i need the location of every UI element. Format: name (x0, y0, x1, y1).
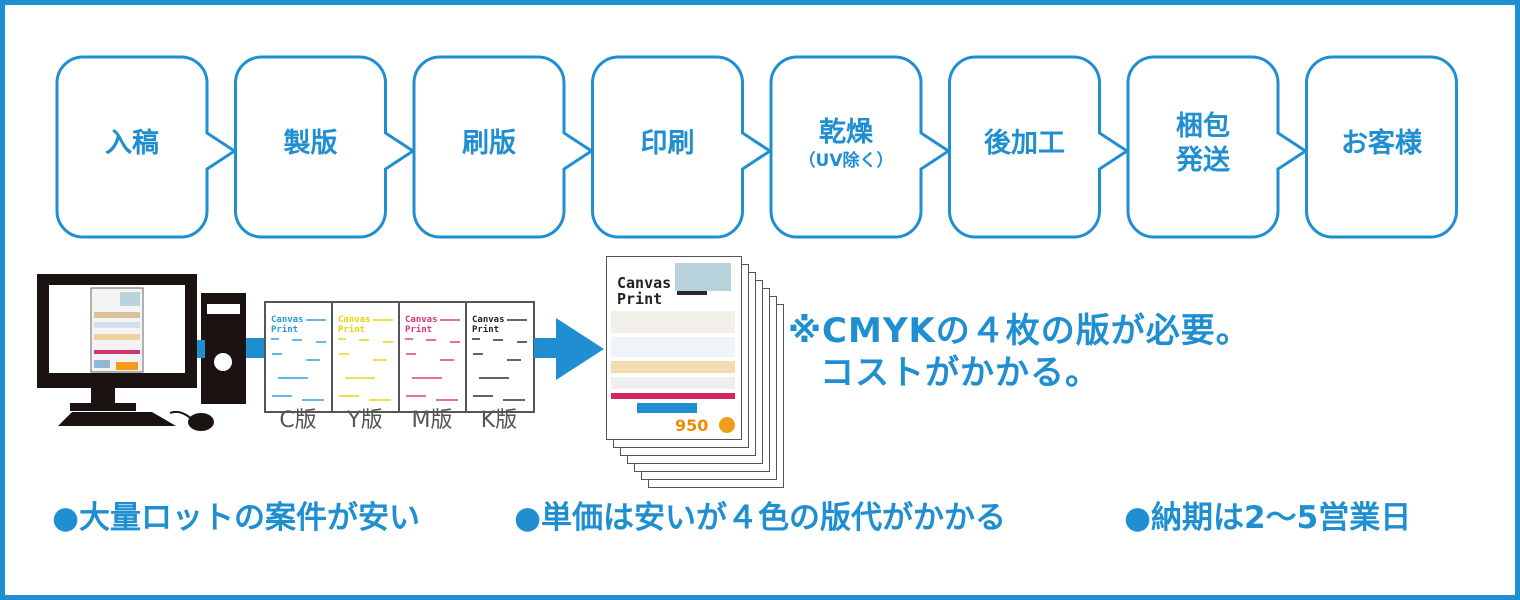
flow-step-text: 印刷 (640, 128, 695, 159)
flyer-price: 950 (675, 416, 709, 435)
plate-mark (373, 359, 387, 361)
flyer-title: Canvas Print (617, 274, 672, 308)
note-line-2: コストがかかる。 (820, 353, 1100, 393)
color-plate-C版: Canvas Print (264, 301, 334, 413)
desktop-computer-icon (37, 274, 246, 431)
plate-mark (369, 399, 391, 401)
flow-step-subtext: （UV除く） (798, 151, 894, 171)
plate-mark (493, 339, 503, 341)
color-plate-M版: Canvas Print (398, 301, 468, 413)
flyer-section (611, 311, 735, 333)
flyer-section (611, 377, 735, 389)
flow-step-text: 梱包 (1176, 111, 1230, 142)
plate-mark (473, 353, 483, 355)
plate-mark (472, 338, 480, 340)
plate-mark (272, 353, 282, 355)
plate-mark (278, 377, 308, 379)
bullet-delivery-time: ●納期は2〜5営業日 (1124, 500, 1412, 536)
flow-step-label: 後加工 (950, 127, 1100, 161)
flyer-band (94, 334, 140, 340)
plate-mark (306, 359, 320, 361)
flow-step-text: 発送 (1176, 145, 1230, 176)
plate-title: Canvas Print (472, 315, 505, 335)
flyer-easel (677, 291, 707, 295)
power-button (214, 353, 232, 371)
flow-step-text: お客様 (1341, 128, 1422, 159)
monitor-neck (91, 388, 115, 404)
flow-step-text: 刷版 (462, 128, 516, 159)
plate-mark (436, 399, 458, 401)
plate-mark (345, 377, 375, 379)
plate-mark (339, 353, 349, 355)
plate-mark (316, 341, 326, 343)
flyer-band (611, 393, 735, 399)
plate-mark (406, 395, 426, 397)
flyer-band (94, 350, 140, 354)
plate-mark (306, 319, 326, 321)
connector-bar (534, 338, 558, 358)
flyer-badge (719, 417, 735, 433)
flyer-band (637, 403, 697, 413)
plate-caption: Y版 (347, 408, 383, 433)
plate-mark (302, 399, 324, 401)
flyer-band (94, 312, 140, 318)
plate-mark (517, 341, 527, 343)
mouse (188, 413, 214, 431)
flyer-section (611, 337, 735, 357)
plate-mark (450, 341, 460, 343)
plate-title: Canvas Print (271, 315, 304, 335)
bullet-large-lot: ●大量ロットの案件が安い (52, 500, 421, 536)
plate-mark (292, 339, 302, 341)
plate-mark (507, 359, 521, 361)
plate-mark (405, 338, 413, 340)
plate-title: Canvas Print (338, 315, 371, 335)
plate-mark (426, 339, 436, 341)
flow-step-label: 乾燥 （UV除く） (771, 116, 921, 172)
drive-bay (207, 304, 240, 314)
plate-mark (473, 395, 493, 397)
plate-mark (359, 339, 369, 341)
flow-step-label: お客様 (1307, 127, 1457, 161)
monitor-base (70, 403, 136, 411)
flyer-photo (120, 292, 140, 306)
arrow-right-icon (556, 318, 604, 380)
cmyk-plates-note: ※CMYKの４枚の版が必要。 コストがかかる。 (788, 310, 1251, 394)
plate-mark (271, 338, 279, 340)
flyer-photo (675, 263, 731, 291)
flow-step-text: 乾燥 (819, 117, 873, 148)
color-plate-Y版: Canvas Print (331, 301, 401, 413)
plate-caption: K版 (480, 408, 518, 433)
flow-step-label: 印刷 (593, 127, 743, 161)
flow-step-label: 梱包 発送 (1128, 110, 1278, 178)
plate-caption: M版 (411, 408, 453, 433)
plate-mark (373, 319, 393, 321)
plate-mark (440, 359, 454, 361)
plate-mark (272, 395, 292, 397)
plate-mark (383, 341, 393, 343)
bullet-plate-cost: ●単価は安いが４色の版代がかかる (514, 500, 1007, 536)
plate-mark (338, 338, 346, 340)
plate-mark (440, 319, 460, 321)
mouse-cable (169, 410, 193, 420)
flyer-price-badge (116, 362, 138, 370)
plate-title: Canvas Print (405, 315, 438, 335)
plate-mark (412, 377, 442, 379)
plate-mark (339, 395, 359, 397)
flyer-band (94, 322, 140, 328)
plate-mark (503, 399, 525, 401)
plate-caption: C版 (279, 408, 317, 433)
plate-mark (507, 319, 527, 321)
printed-sheet: Canvas Print 950 (606, 256, 742, 440)
flow-step-text: 後加工 (984, 128, 1065, 159)
color-plate-K版: Canvas Print (465, 301, 535, 413)
note-line-1: ※CMYKの４枚の版が必要。 (788, 311, 1251, 351)
flyer-band (94, 360, 110, 368)
plate-mark (406, 353, 416, 355)
plate-mark (479, 377, 509, 379)
connector-bar (197, 340, 205, 358)
flow-step-label: 刷版 (414, 127, 564, 161)
keyboard (58, 412, 176, 426)
flyer-section (611, 361, 735, 373)
